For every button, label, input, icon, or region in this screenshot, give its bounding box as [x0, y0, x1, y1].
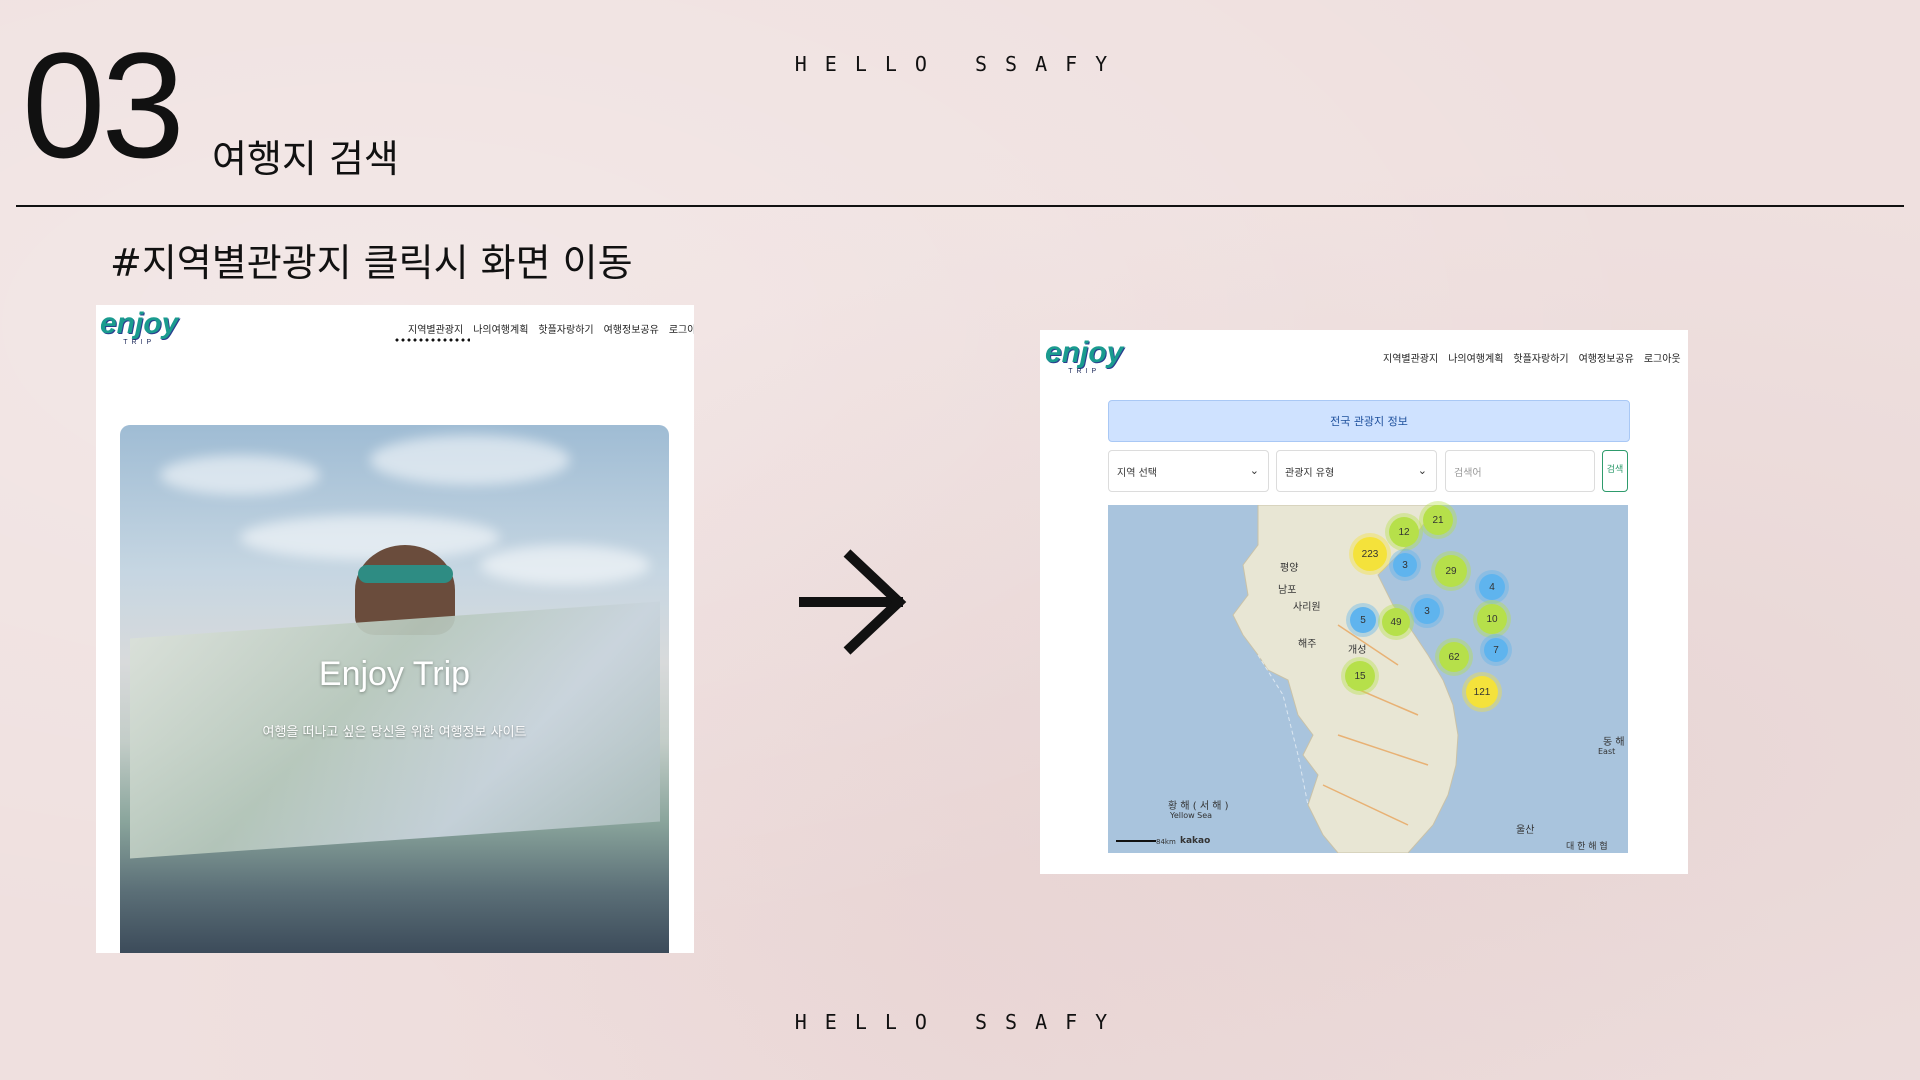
region-select[interactable]: 지역 선택 ⌄ [1108, 450, 1269, 492]
logo-sub: TRIP [1068, 368, 1101, 375]
type-select-value: 관광지 유형 [1285, 467, 1335, 479]
hero-subtitle: 여행을 떠나고 싶은 당신을 위한 여행정보 사이트 [262, 725, 527, 740]
cluster-marker[interactable]: 49 [1382, 608, 1410, 636]
section-number: 03 [22, 21, 185, 189]
region-search-screenshot: enjoy TRIP 지역별관광지 나의여행계획 핫플자랑하기 여행정보공유 로… [1040, 330, 1688, 874]
top-nav: 지역별관광지 나의여행계획 핫플자랑하기 여행정보공유 로그아웃 [1383, 350, 1681, 365]
nav-item-hotplace[interactable]: 핫플자랑하기 [538, 321, 593, 336]
section-title: 여행지 검색 [212, 137, 399, 181]
cluster-marker[interactable]: 5 [1350, 607, 1376, 633]
nav-item-hotplace[interactable]: 핫플자랑하기 [1513, 350, 1568, 365]
cluster-marker[interactable]: 4 [1479, 574, 1505, 600]
cluster-marker[interactable]: 29 [1435, 555, 1467, 587]
nav-item-share[interactable]: 여행정보공유 [1579, 350, 1634, 365]
top-nav: 지역별관광지 나의여행계획 핫플자랑하기 여행정보공유 로그아웃 [408, 321, 694, 336]
cluster-marker[interactable]: 12 [1389, 517, 1419, 547]
logo-word: enjoy [1045, 336, 1124, 369]
cluster-marker[interactable]: 62 [1439, 642, 1469, 672]
search-input[interactable]: 검색어 [1445, 450, 1595, 492]
slide-header: HELLO SSAFY [794, 52, 1126, 76]
nav-item-region[interactable]: 지역별관광지 [408, 321, 463, 336]
hero-image: Enjoy Trip 여행을 떠나고 싶은 당신을 위한 여행정보 사이트 [120, 425, 669, 953]
cluster-marker[interactable]: 15 [1345, 661, 1375, 691]
nav-item-logout[interactable]: 로그아웃 [1644, 350, 1681, 365]
nav-item-logout[interactable]: 로그아웃 [669, 321, 694, 336]
main-page-screenshot: enjoy TRIP 지역별관광지 나의여행계획 핫플자랑하기 여행정보공유 로… [96, 305, 694, 953]
type-select[interactable]: 관광지 유형 ⌄ [1276, 450, 1437, 492]
logo-sub: TRIP [123, 339, 156, 346]
logo-word: enjoy [100, 307, 179, 340]
cluster-marker[interactable]: 21 [1423, 505, 1453, 535]
kakao-logo: kakao [1180, 836, 1211, 846]
slide-footer: HELLO SSAFY [794, 1010, 1126, 1034]
nav-item-share[interactable]: 여행정보공유 [604, 321, 659, 336]
info-banner: 전국 관광지 정보 [1108, 400, 1630, 442]
chevron-down-icon: ⌄ [1249, 464, 1259, 477]
nav-item-plan[interactable]: 나의여행계획 [1448, 350, 1503, 365]
arrow-right-icon [799, 549, 907, 655]
map-scale: 84km [1156, 838, 1176, 846]
cluster-marker[interactable]: 3 [1414, 598, 1440, 624]
chevron-down-icon: ⌄ [1417, 464, 1427, 477]
cluster-marker[interactable]: 10 [1477, 604, 1507, 634]
hero-title: Enjoy Trip [318, 655, 471, 693]
site-logo[interactable]: enjoy TRIP [1045, 336, 1124, 376]
active-nav-indicator [394, 338, 470, 342]
region-select-value: 지역 선택 [1117, 467, 1157, 479]
subheading: #지역별관광지 클릭시 화면 이동 [110, 241, 633, 285]
cluster-marker[interactable]: 121 [1466, 676, 1498, 708]
nav-item-region[interactable]: 지역별관광지 [1383, 350, 1438, 365]
cluster-marker[interactable]: 3 [1393, 553, 1417, 577]
search-button[interactable]: 검색 [1602, 450, 1628, 492]
search-placeholder: 검색어 [1454, 467, 1482, 479]
title-divider [16, 205, 1904, 207]
nav-item-plan[interactable]: 나의여행계획 [473, 321, 528, 336]
cluster-marker[interactable]: 7 [1484, 638, 1508, 662]
site-logo[interactable]: enjoy TRIP [100, 307, 179, 347]
cluster-marker[interactable]: 223 [1353, 537, 1387, 571]
